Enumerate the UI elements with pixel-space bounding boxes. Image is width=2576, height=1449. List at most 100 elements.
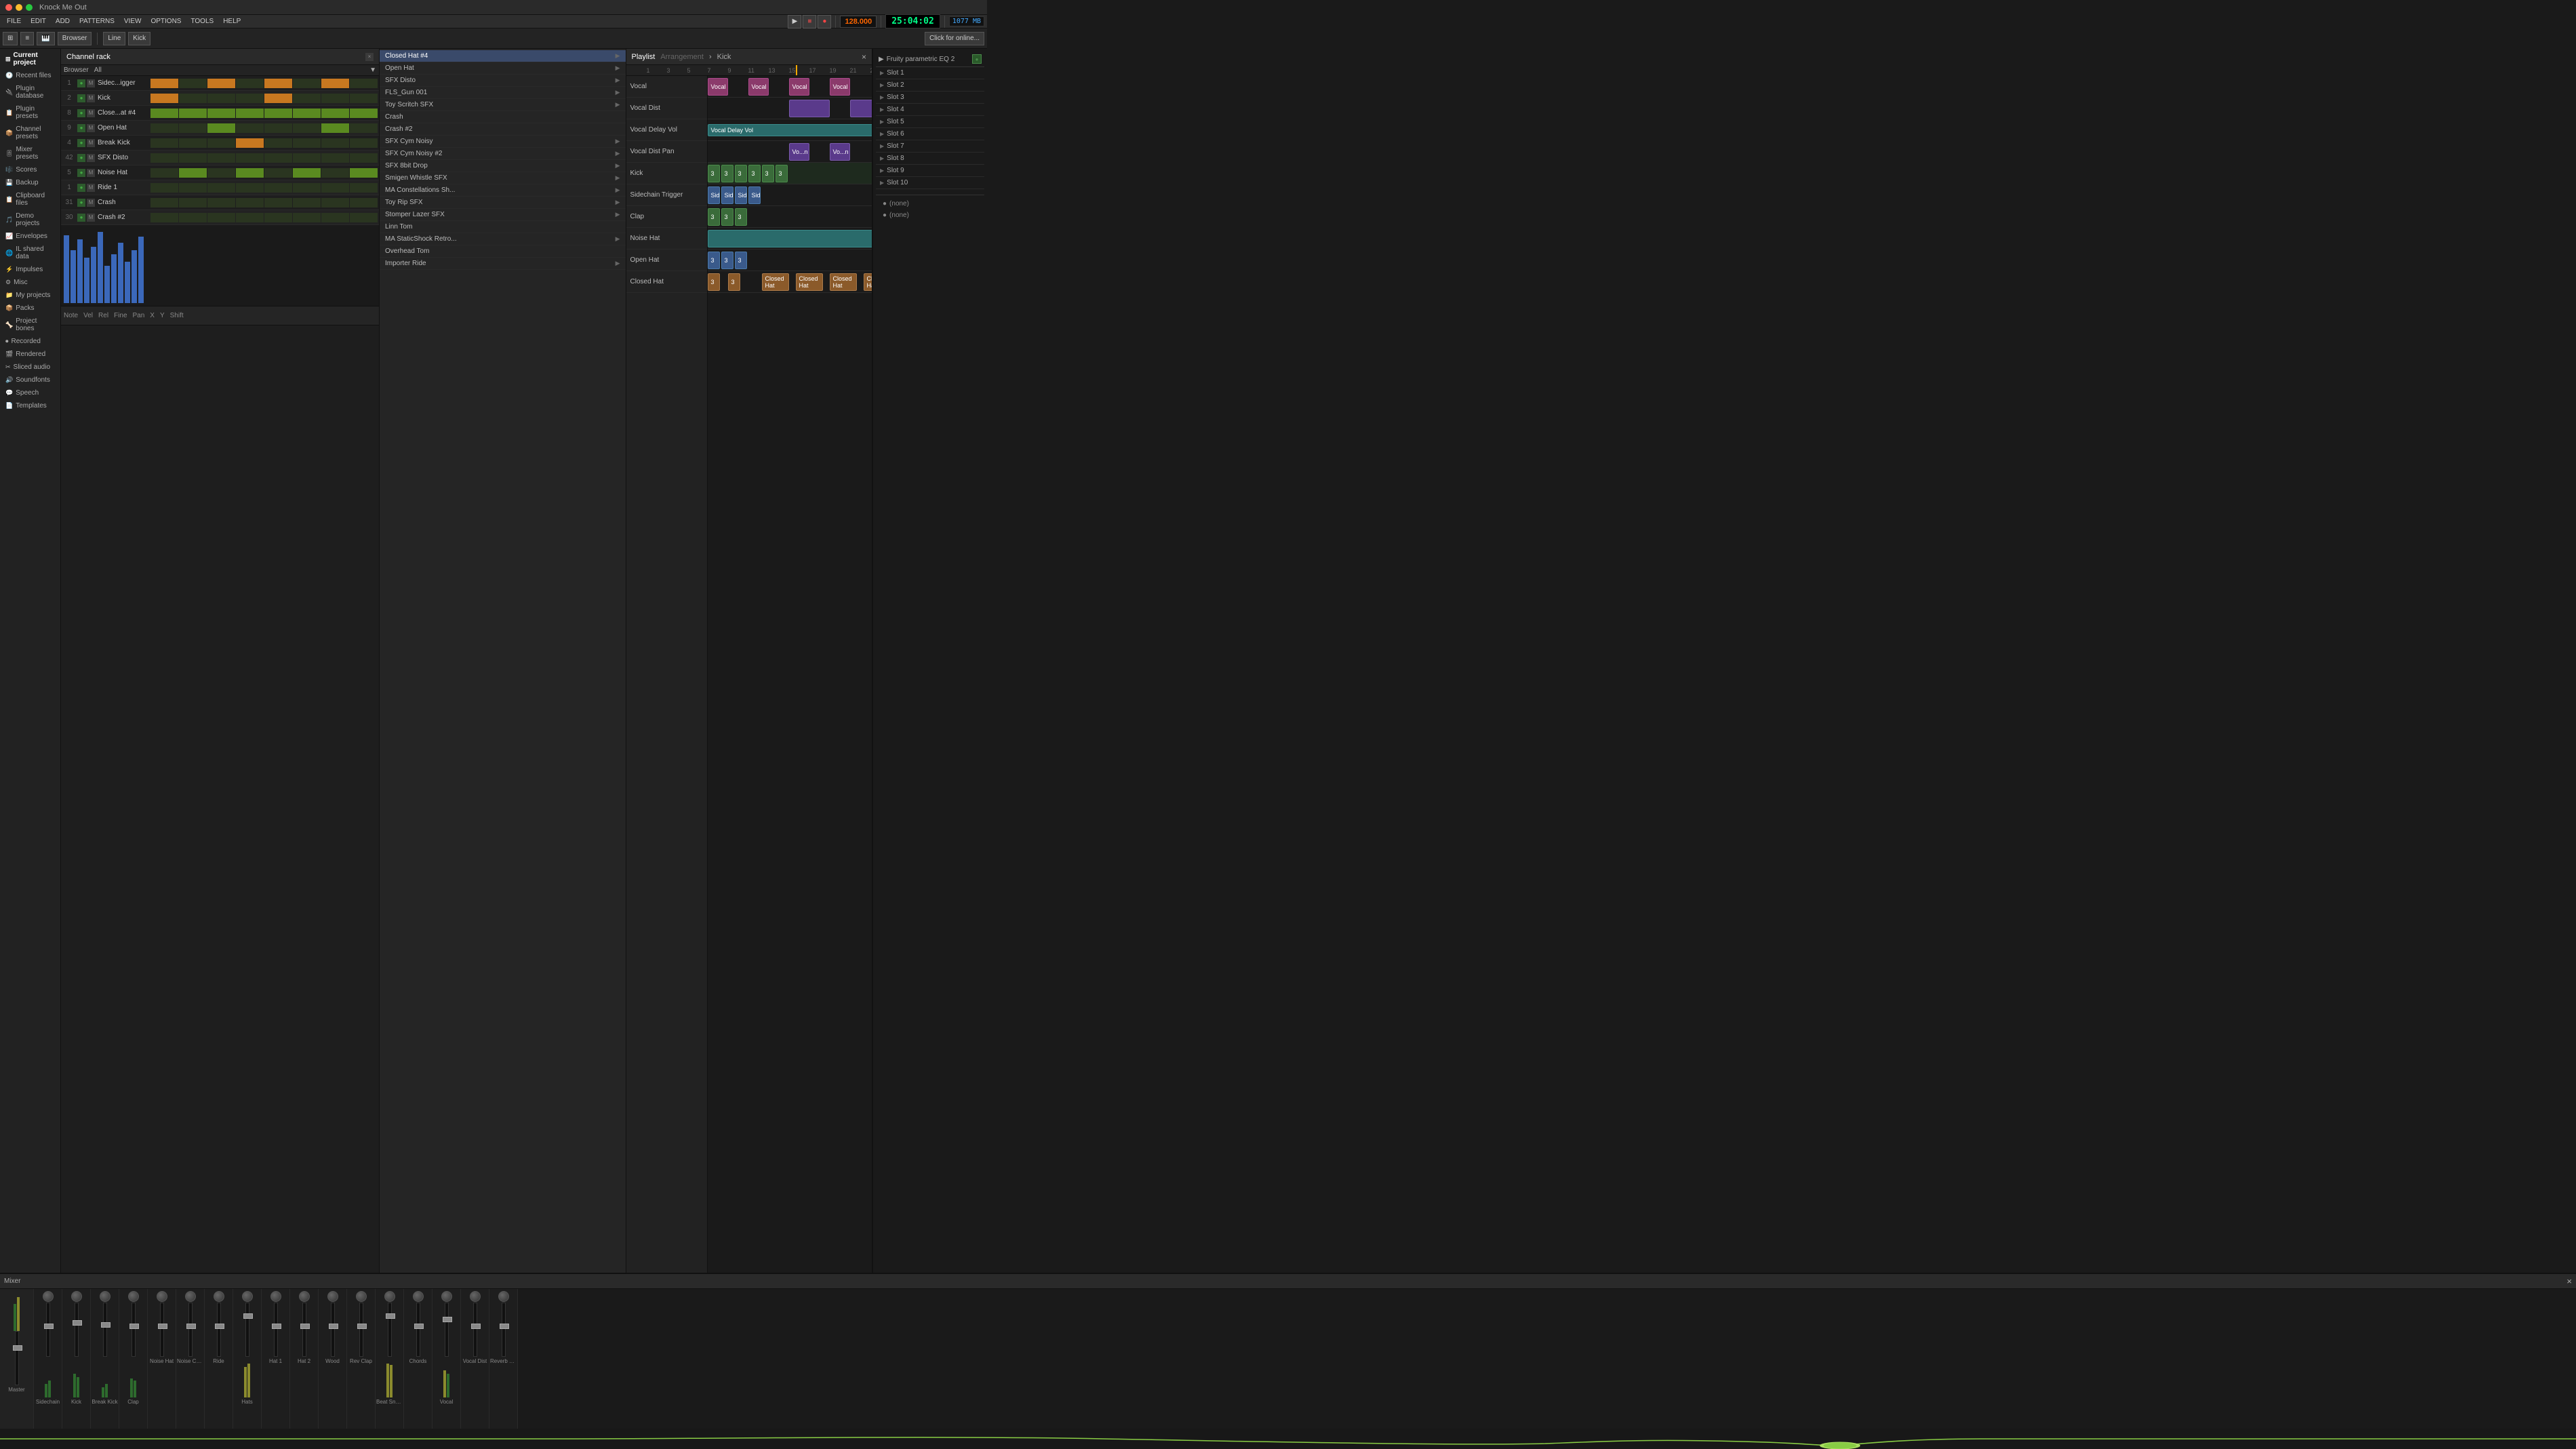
beat-1-1[interactable] bbox=[150, 79, 178, 88]
inst-item-crash[interactable]: Crash bbox=[380, 111, 626, 123]
nh-fader[interactable] bbox=[160, 1303, 164, 1357]
knob-bk-pan[interactable] bbox=[100, 1291, 110, 1302]
hat2-fader[interactable] bbox=[302, 1303, 306, 1357]
ch-1-green[interactable]: ● bbox=[77, 79, 85, 87]
beat-ch-3[interactable] bbox=[207, 108, 235, 118]
stop-button[interactable]: ■ bbox=[803, 15, 816, 28]
beat-oh-5[interactable] bbox=[264, 123, 292, 133]
cymbal-fader[interactable] bbox=[188, 1303, 193, 1357]
close-button[interactable] bbox=[5, 4, 12, 11]
maximize-button[interactable] bbox=[26, 4, 33, 11]
inst-item-crash2[interactable]: Crash #2 bbox=[380, 123, 626, 136]
beat-kick-8[interactable] bbox=[350, 94, 378, 103]
beat-oh-3[interactable] bbox=[207, 123, 235, 133]
beat-kick-7[interactable] bbox=[321, 94, 349, 103]
ch-bk-green[interactable]: ● bbox=[77, 139, 85, 147]
beat-oh-1[interactable] bbox=[150, 123, 178, 133]
sidebar-item-plugin-database[interactable]: 🔌 Plugin database bbox=[0, 82, 60, 102]
sidebar-item-recorded[interactable]: ⏺ Recorded bbox=[0, 335, 60, 348]
ch-closehat-mute[interactable]: M bbox=[87, 109, 95, 117]
inst-item-sfx-disto[interactable]: SFX Disto ▶ bbox=[380, 75, 626, 87]
knob-hats-pan[interactable] bbox=[242, 1291, 253, 1302]
hats-fader[interactable] bbox=[245, 1303, 249, 1357]
ch-sd-green[interactable]: ● bbox=[77, 154, 85, 162]
block-vocal-2[interactable]: Vocal bbox=[748, 78, 769, 96]
knob-rs-pan[interactable] bbox=[498, 1291, 509, 1302]
sidebar-item-envelopes[interactable]: 📈 Envelopes bbox=[0, 230, 60, 243]
wood-fader[interactable] bbox=[331, 1303, 335, 1357]
menu-options[interactable]: OPTIONS bbox=[146, 17, 185, 26]
inst-item-ma-static[interactable]: MA StaticShock Retro... ▶ bbox=[380, 233, 626, 245]
beat-oh-7[interactable] bbox=[321, 123, 349, 133]
knob-hat1-pan[interactable] bbox=[270, 1291, 281, 1302]
knob-nh-pan[interactable] bbox=[157, 1291, 167, 1302]
block-oh-2[interactable]: 3 bbox=[721, 252, 733, 269]
vocal-fader[interactable] bbox=[445, 1303, 449, 1357]
sidechain-fader[interactable] bbox=[46, 1303, 50, 1357]
sidebar-item-clipboard[interactable]: 📋 Clipboard files bbox=[0, 189, 60, 210]
block-kick-2[interactable]: 3 bbox=[721, 165, 733, 182]
click-for-online[interactable]: Click for online... bbox=[925, 32, 984, 45]
block-sc-4[interactable]: Sid bbox=[748, 186, 761, 204]
ch-openhat-green[interactable]: ● bbox=[77, 124, 85, 132]
ch-openhat-mute[interactable]: M bbox=[87, 124, 95, 132]
eq-item-slot2[interactable]: Slot 2 bbox=[876, 79, 984, 92]
eq-item-slot3[interactable]: Slot 3 bbox=[876, 92, 984, 104]
master-fader-handle[interactable] bbox=[13, 1345, 22, 1351]
ch-closehat-green[interactable]: ● bbox=[77, 109, 85, 117]
master-fader[interactable] bbox=[15, 1331, 19, 1385]
ch-r1-mute[interactable]: M bbox=[87, 184, 95, 192]
sidebar-item-my-projects[interactable]: 📁 My projects bbox=[0, 289, 60, 302]
eq-item-slot9[interactable]: Slot 9 bbox=[876, 165, 984, 177]
beat-kick-3[interactable] bbox=[207, 94, 235, 103]
eq-toggle[interactable]: ● bbox=[972, 54, 982, 64]
piano-roll-btn[interactable]: 🎹 bbox=[37, 32, 54, 45]
block-ch-2[interactable]: 3 bbox=[728, 273, 740, 291]
browser-btn[interactable]: Browser bbox=[58, 32, 92, 45]
ch-crash2-green[interactable]: ● bbox=[77, 214, 85, 222]
sidebar-item-speech[interactable]: 💬 Speech bbox=[0, 386, 60, 399]
sidebar-item-rendered[interactable]: 🎬 Rendered bbox=[0, 348, 60, 361]
knob-bs-pan[interactable] bbox=[384, 1291, 395, 1302]
sidebar-item-project-bones[interactable]: 🦴 Project bones bbox=[0, 315, 60, 335]
beat-kick-4[interactable] bbox=[236, 94, 264, 103]
knob-vd-pan[interactable] bbox=[470, 1291, 481, 1302]
eq-item-slot6[interactable]: Slot 6 bbox=[876, 128, 984, 140]
knob-wood-pan[interactable] bbox=[327, 1291, 338, 1302]
block-ch-1[interactable]: 3 bbox=[708, 273, 720, 291]
chords-fader[interactable] bbox=[416, 1303, 420, 1357]
beat-kick-2[interactable] bbox=[179, 94, 207, 103]
knob-sidechain-pan[interactable] bbox=[43, 1291, 54, 1302]
beat-1-8[interactable] bbox=[350, 79, 378, 88]
inst-item-fl5gun[interactable]: FLS_Gun 001 ▶ bbox=[380, 87, 626, 99]
ch-crash2-mute[interactable]: M bbox=[87, 214, 95, 222]
pattern-selector[interactable]: Kick bbox=[128, 32, 150, 45]
vd-fader[interactable] bbox=[473, 1303, 477, 1357]
sidebar-item-soundfonts[interactable]: 🔊 Soundfonts bbox=[0, 374, 60, 386]
block-delay-1[interactable]: Vocal Delay Vol bbox=[708, 124, 872, 136]
rc-fader[interactable] bbox=[359, 1303, 363, 1357]
sidebar-item-demo-projects[interactable]: 🎵 Demo projects bbox=[0, 210, 60, 230]
sidebar-item-il-shared[interactable]: 🌐 IL shared data bbox=[0, 243, 60, 263]
inst-item-ma-constellations[interactable]: MA Constellations Sh... ▶ bbox=[380, 184, 626, 197]
inst-item-overhead-tom[interactable]: Overhead Tom bbox=[380, 245, 626, 258]
block-vd-1[interactable] bbox=[789, 100, 830, 117]
eq-item-slot8[interactable]: Slot 8 bbox=[876, 153, 984, 165]
ch-nh-mute[interactable]: M bbox=[87, 169, 95, 177]
bk-fader[interactable] bbox=[103, 1303, 107, 1357]
sidebar-item-backup[interactable]: 💾 Backup bbox=[0, 176, 60, 189]
sidebar-item-mixer-presets[interactable]: 🎚 Mixer presets bbox=[0, 143, 60, 163]
beat-1-7[interactable] bbox=[321, 79, 349, 88]
channel-rack-close[interactable]: × bbox=[365, 53, 374, 61]
menu-help[interactable]: HELP bbox=[219, 17, 245, 26]
block-pan-2[interactable]: Vo...n bbox=[830, 143, 850, 161]
block-pan-1[interactable]: Vo...n bbox=[789, 143, 809, 161]
block-kick-1[interactable]: 3 bbox=[708, 165, 720, 182]
sidebar-item-current-project[interactable]: ⊞ Current project bbox=[0, 49, 60, 69]
knob-vocal-pan[interactable] bbox=[441, 1291, 452, 1302]
sidebar-item-misc[interactable]: ⚙ Misc bbox=[0, 276, 60, 289]
block-sc-3[interactable]: Sid bbox=[735, 186, 747, 204]
play-button[interactable]: ▶ bbox=[788, 15, 801, 28]
ch-kick-mute[interactable]: M bbox=[87, 94, 95, 102]
eq-item-slot4[interactable]: Slot 4 bbox=[876, 104, 984, 116]
